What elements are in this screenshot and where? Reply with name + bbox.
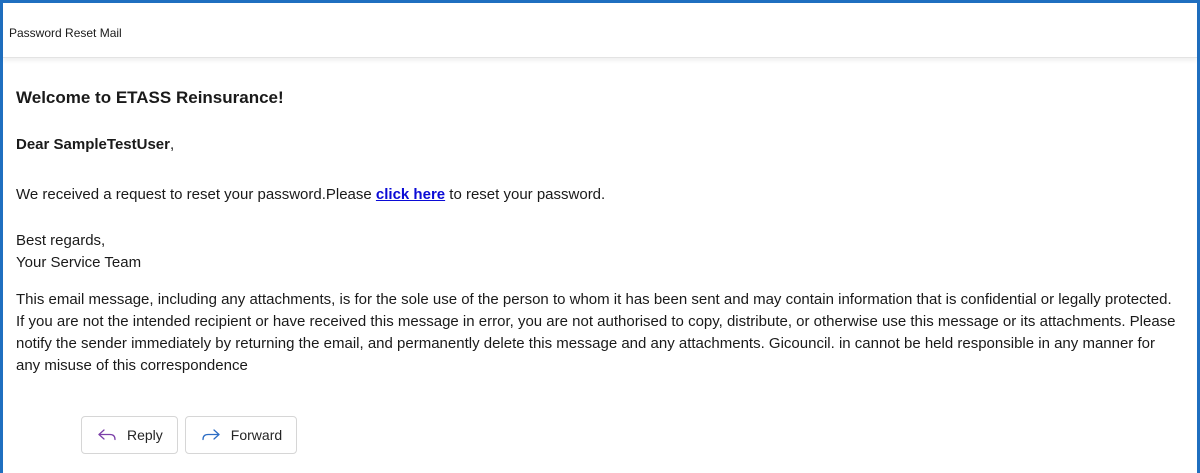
email-heading: Welcome to ETASS Reinsurance! [16, 88, 284, 107]
forward-icon [200, 427, 222, 443]
reset-password-link[interactable]: click here [376, 186, 445, 203]
request-text-before: We received a request to reset your pass… [16, 186, 376, 203]
email-header-bar: Password Reset Mail [3, 3, 1197, 58]
email-subject-title: Password Reset Mail [9, 26, 122, 40]
reply-label: Reply [127, 427, 163, 443]
signature-line: Your Service Team [16, 254, 142, 271]
forward-button[interactable]: Forward [184, 416, 298, 454]
email-disclaimer: This email message, including any attach… [16, 291, 1176, 374]
email-greeting: Dear SampleTestUser, [16, 134, 174, 156]
greeting-prefix: Dear [16, 136, 54, 153]
greeting-suffix: , [169, 136, 175, 153]
reply-icon [96, 427, 118, 443]
reset-request-text: We received a request to reset your pass… [16, 184, 605, 206]
email-window: Password Reset Mail Welcome to ETASS Rei… [0, 0, 1200, 473]
reply-button[interactable]: Reply [81, 416, 178, 454]
request-text-after: to reset your password. [445, 186, 606, 203]
regards-line: Best regards, [16, 232, 106, 249]
greeting-name: SampleTestUser [53, 136, 170, 153]
email-signoff: Best regards, Your Service Team [16, 230, 141, 274]
forward-label: Forward [230, 427, 283, 443]
email-actions: Reply Forward [81, 416, 298, 454]
